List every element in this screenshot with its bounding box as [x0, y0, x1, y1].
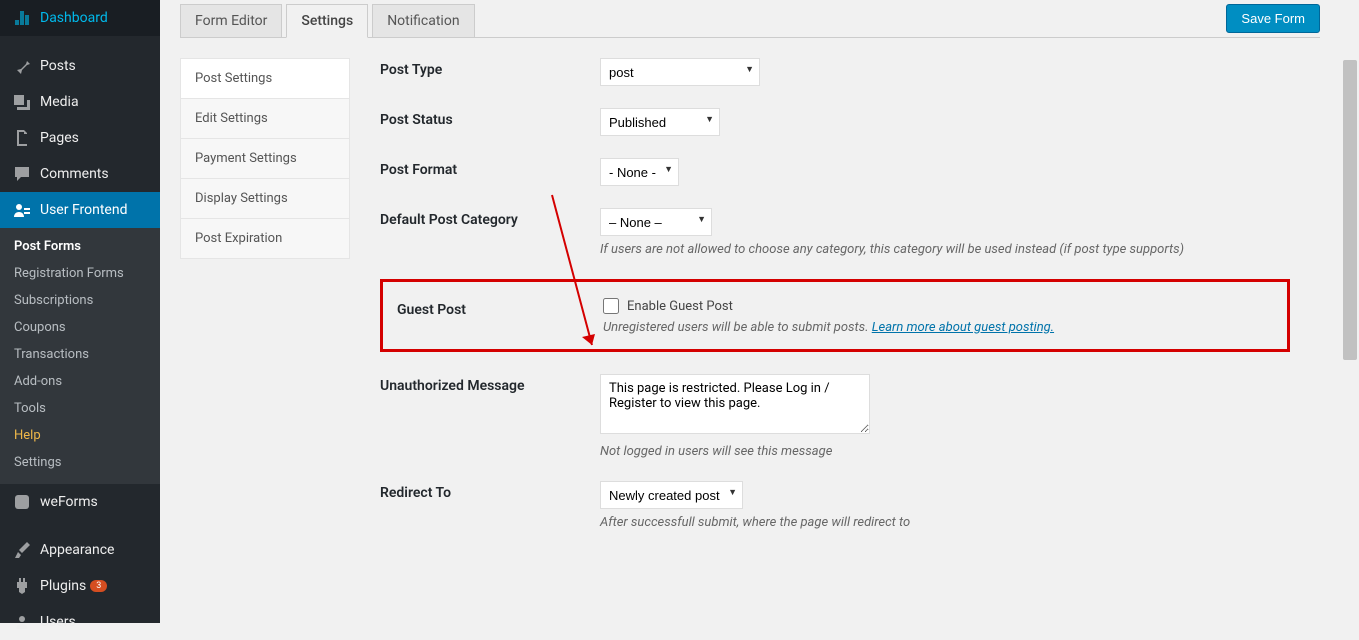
- user-frontend-icon: [12, 200, 32, 220]
- menu-label: Users: [40, 614, 76, 630]
- help-default-category: If users are not allowed to choose any c…: [600, 242, 1290, 257]
- plugin-icon: [12, 576, 32, 596]
- snav-post-settings[interactable]: Post Settings: [180, 58, 350, 99]
- snav-edit-settings[interactable]: Edit Settings: [180, 99, 350, 139]
- label-redirect-to: Redirect To: [380, 481, 600, 530]
- brush-icon: [12, 540, 32, 560]
- save-form-button[interactable]: Save Form: [1226, 4, 1320, 33]
- settings-sub-nav: Post Settings Edit Settings Payment Sett…: [180, 58, 350, 578]
- menu-posts[interactable]: Posts: [0, 48, 160, 84]
- label-post-status: Post Status: [380, 108, 600, 136]
- dashboard-icon: [12, 8, 32, 28]
- menu-label: Appearance: [40, 542, 114, 558]
- select-redirect-to[interactable]: Newly created post: [600, 481, 743, 509]
- select-post-format[interactable]: - None -: [600, 158, 679, 186]
- submenu-help[interactable]: Help: [0, 422, 160, 449]
- menu-label: Posts: [40, 58, 76, 74]
- tab-form-editor[interactable]: Form Editor: [180, 4, 282, 37]
- submenu-settings[interactable]: Settings: [0, 449, 160, 476]
- admin-sidebar: Dashboard Posts Media Pages Comments Use…: [0, 0, 160, 623]
- pages-icon: [12, 128, 32, 148]
- link-learn-guest-posting[interactable]: Learn more about guest posting.: [872, 320, 1054, 335]
- submenu-post-forms[interactable]: Post Forms: [0, 233, 160, 260]
- submenu-addons[interactable]: Add-ons: [0, 368, 160, 395]
- form-area: Post Type post Post Status Published Pos…: [350, 58, 1320, 578]
- select-default-category[interactable]: – None –: [600, 208, 712, 236]
- scrollbar-thumb[interactable]: [1343, 60, 1357, 360]
- update-badge: 3: [90, 580, 107, 592]
- select-post-type[interactable]: post: [600, 58, 760, 86]
- textarea-unauth-message[interactable]: [600, 374, 870, 434]
- menu-label: Pages: [40, 130, 79, 146]
- label-guest-post: Guest Post: [383, 298, 603, 335]
- media-icon: [12, 92, 32, 112]
- submenu-registration-forms[interactable]: Registration Forms: [0, 260, 160, 287]
- pin-icon: [12, 56, 32, 76]
- submenu-subscriptions[interactable]: Subscriptions: [0, 287, 160, 314]
- submenu-transactions[interactable]: Transactions: [0, 341, 160, 368]
- menu-weforms[interactable]: weForms: [0, 484, 160, 520]
- submenu-coupons[interactable]: Coupons: [0, 314, 160, 341]
- menu-pages[interactable]: Pages: [0, 120, 160, 156]
- snav-post-expiration[interactable]: Post Expiration: [180, 219, 350, 259]
- menu-appearance[interactable]: Appearance: [0, 532, 160, 568]
- menu-label: Comments: [40, 166, 109, 182]
- label-post-format: Post Format: [380, 158, 600, 186]
- menu-label: Media: [40, 94, 79, 110]
- guest-post-highlight-box: Guest Post Enable Guest Post Unregistere…: [380, 279, 1290, 352]
- select-post-status[interactable]: Published: [600, 108, 720, 136]
- label-post-type: Post Type: [380, 58, 600, 86]
- snav-payment-settings[interactable]: Payment Settings: [180, 139, 350, 179]
- menu-label: weForms: [40, 494, 98, 510]
- label-unauth-message: Unauthorized Message: [380, 374, 600, 459]
- menu-users[interactable]: Users: [0, 604, 160, 640]
- menu-plugins[interactable]: Plugins 3: [0, 568, 160, 604]
- top-tabs: Form Editor Settings Notification Save F…: [180, 0, 1320, 38]
- menu-dashboard[interactable]: Dashboard: [0, 0, 160, 36]
- main-content: Form Editor Settings Notification Save F…: [160, 0, 1340, 580]
- submenu-tools[interactable]: Tools: [0, 395, 160, 422]
- menu-label: Plugins: [40, 578, 86, 594]
- help-unauth-message: Not logged in users will see this messag…: [600, 444, 1290, 459]
- users-icon: [12, 612, 32, 632]
- menu-comments[interactable]: Comments: [0, 156, 160, 192]
- menu-media[interactable]: Media: [0, 84, 160, 120]
- label-default-category: Default Post Category: [380, 208, 600, 257]
- menu-user-frontend[interactable]: User Frontend: [0, 192, 160, 228]
- checkbox-label-guest-post: Enable Guest Post: [627, 299, 733, 314]
- menu-label: User Frontend: [40, 202, 127, 218]
- weforms-icon: [12, 492, 32, 512]
- help-guest-post: Unregistered users will be able to submi…: [603, 320, 1287, 335]
- snav-display-settings[interactable]: Display Settings: [180, 179, 350, 219]
- comments-icon: [12, 164, 32, 184]
- menu-label: Dashboard: [40, 10, 108, 26]
- checkbox-enable-guest-post[interactable]: [603, 298, 619, 314]
- help-redirect-to: After successfull submit, where the page…: [600, 515, 1290, 530]
- tab-notification[interactable]: Notification: [372, 4, 474, 37]
- tab-settings[interactable]: Settings: [286, 4, 368, 38]
